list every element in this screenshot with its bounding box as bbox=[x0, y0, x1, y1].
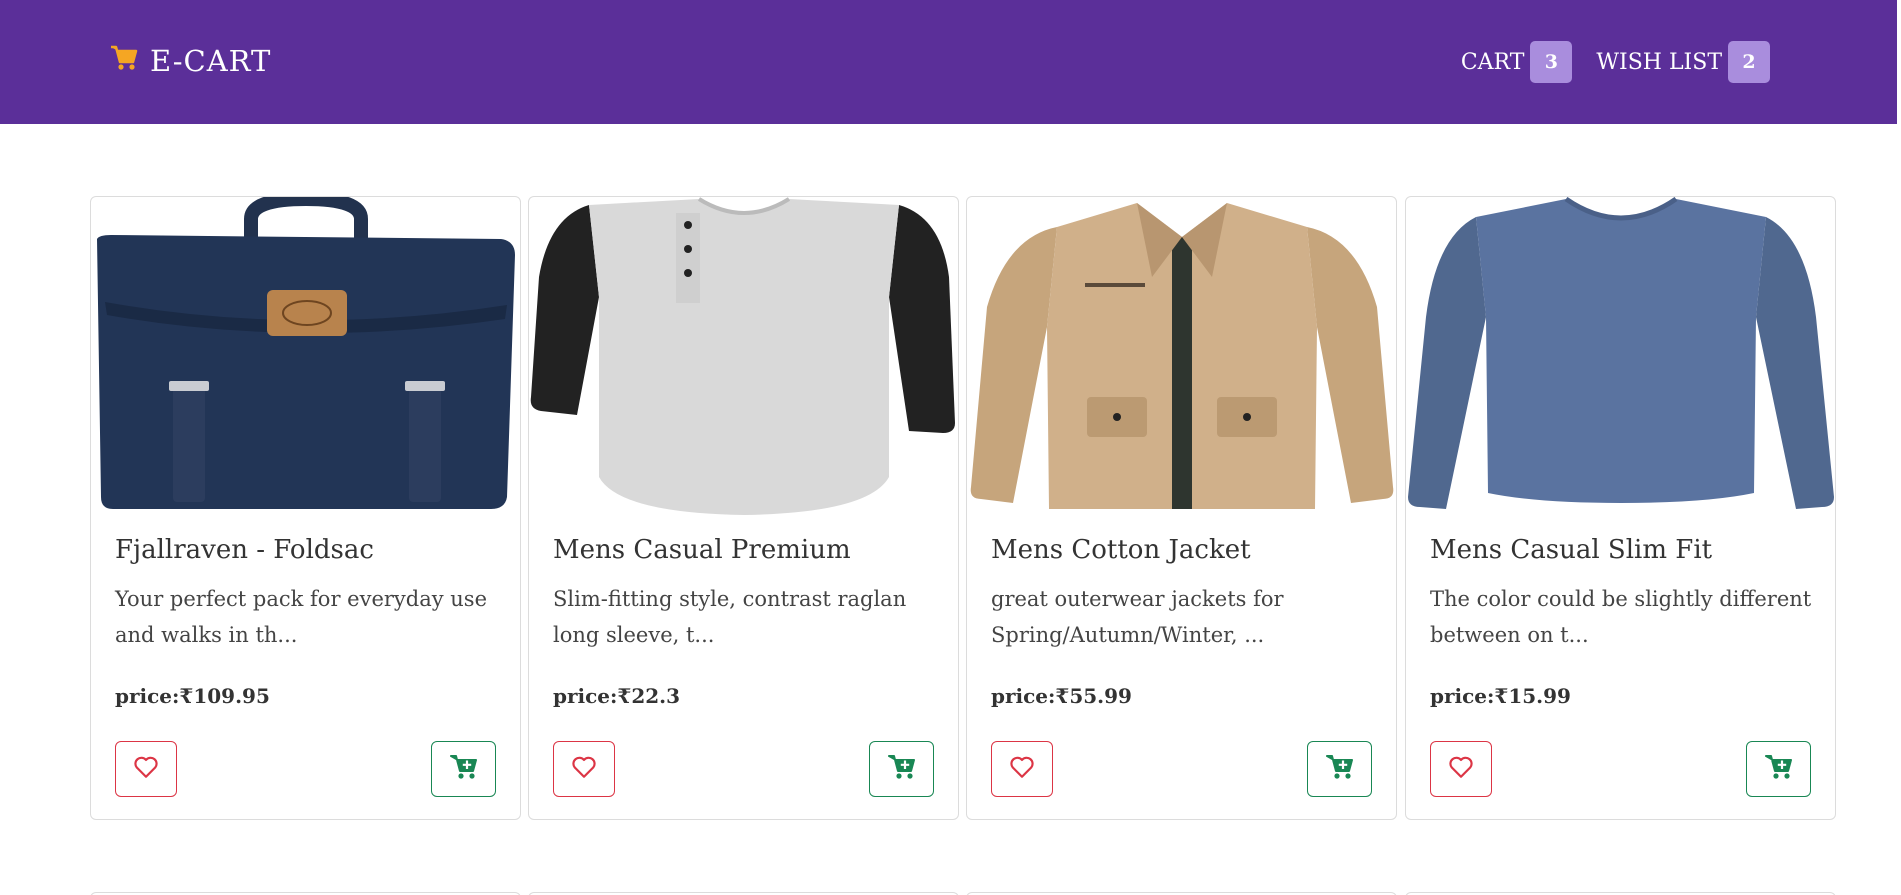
product-title[interactable]: Mens Casual Slim Fit bbox=[1430, 535, 1712, 565]
wishlist-label: WISH LIST bbox=[1596, 49, 1722, 75]
navbar: E-CART CART 3 WISH LIST 2 bbox=[0, 0, 1897, 124]
heart-icon bbox=[571, 755, 597, 783]
add-to-cart-button[interactable] bbox=[1307, 741, 1372, 797]
long-sleeve-shirt-image bbox=[1406, 197, 1835, 517]
product-title[interactable]: Fjallraven - Foldsac bbox=[115, 535, 374, 565]
heart-icon bbox=[1448, 755, 1474, 783]
add-to-wishlist-button[interactable] bbox=[553, 741, 615, 797]
raglan-tshirt-image bbox=[529, 197, 958, 517]
cart-plus-icon bbox=[449, 754, 478, 784]
cart-label: CART bbox=[1460, 49, 1525, 75]
cart-count-badge: 3 bbox=[1530, 41, 1573, 83]
product-card: Mens Casual Premium Slim-fitting style, … bbox=[528, 196, 959, 820]
wishlist-link[interactable]: WISH LIST 2 bbox=[1596, 41, 1770, 83]
product-description: Your perfect pack for everyday use and w… bbox=[115, 587, 488, 647]
product-description: great outerwear jackets for Spring/Autum… bbox=[991, 587, 1284, 647]
add-to-wishlist-button[interactable] bbox=[1430, 741, 1492, 797]
add-to-cart-button[interactable] bbox=[431, 741, 496, 797]
product-price: price:₹109.95 bbox=[115, 684, 270, 708]
jacket-image bbox=[967, 197, 1396, 517]
shopping-cart-icon bbox=[110, 44, 138, 78]
brand-name: E-CART bbox=[150, 44, 272, 78]
add-to-cart-button[interactable] bbox=[1746, 741, 1811, 797]
product-title[interactable]: Mens Casual Premium bbox=[553, 535, 851, 565]
wishlist-count-badge: 2 bbox=[1728, 41, 1770, 83]
cart-plus-icon bbox=[1764, 754, 1793, 784]
backpack-image bbox=[91, 197, 520, 517]
product-description: Slim-fitting style, contrast raglan long… bbox=[553, 587, 907, 647]
product-title[interactable]: Mens Cotton Jacket bbox=[991, 535, 1251, 565]
brand-link[interactable]: E-CART bbox=[110, 40, 271, 82]
product-price: price:₹15.99 bbox=[1430, 684, 1571, 708]
product-card: Fjallraven - Foldsac Your perfect pack f… bbox=[90, 196, 521, 820]
product-description: The color could be slightly different be… bbox=[1430, 587, 1812, 647]
heart-icon bbox=[133, 755, 159, 783]
add-to-wishlist-button[interactable] bbox=[991, 741, 1053, 797]
add-to-cart-button[interactable] bbox=[869, 741, 934, 797]
product-price: price:₹22.3 bbox=[553, 684, 681, 708]
product-card: Mens Cotton Jacket great outerwear jacke… bbox=[966, 196, 1397, 820]
product-card: Mens Casual Slim Fit The color could be … bbox=[1405, 196, 1836, 820]
product-price: price:₹55.99 bbox=[991, 684, 1132, 708]
cart-plus-icon bbox=[887, 754, 916, 784]
heart-icon bbox=[1009, 755, 1035, 783]
add-to-wishlist-button[interactable] bbox=[115, 741, 177, 797]
cart-link[interactable]: CART 3 bbox=[1461, 41, 1573, 83]
cart-plus-icon bbox=[1325, 754, 1354, 784]
